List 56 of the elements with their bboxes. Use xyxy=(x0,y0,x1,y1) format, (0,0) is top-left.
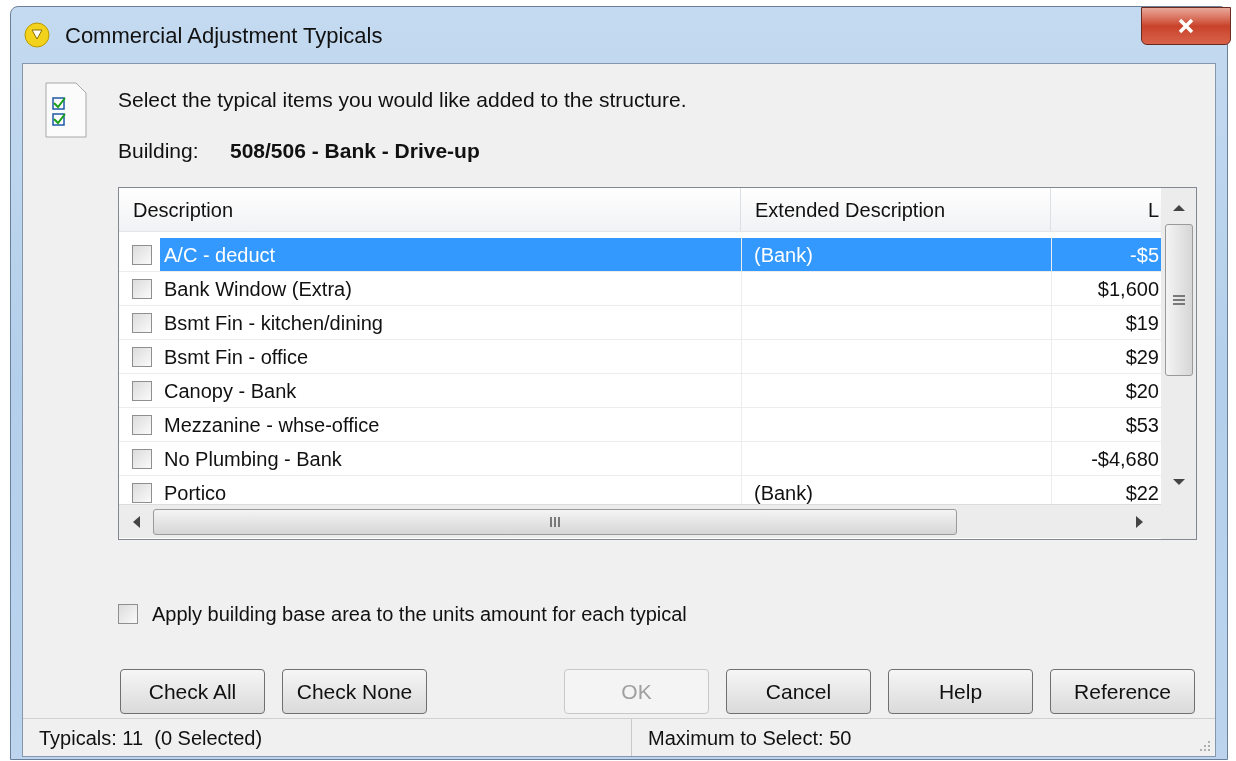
resize-grip-icon[interactable] xyxy=(1199,740,1211,752)
grip-icon xyxy=(1172,294,1185,306)
table-cell-text: (Bank) xyxy=(753,480,814,504)
scroll-left-icon[interactable] xyxy=(133,515,141,528)
row-checkbox[interactable] xyxy=(132,414,152,435)
building-name: 508/506 - Bank - Drive-up xyxy=(230,137,480,164)
app-icon xyxy=(24,22,50,48)
window-title: Commercial Adjustment Typicals xyxy=(65,21,383,50)
dialog-button[interactable]: Cancel xyxy=(726,669,871,714)
dialog-button[interactable]: Reference xyxy=(1050,669,1195,714)
column-header[interactable]: Description xyxy=(119,188,741,231)
close-icon xyxy=(1177,18,1195,34)
checklist-document-icon xyxy=(45,82,87,138)
row-checkbox[interactable] xyxy=(132,448,152,469)
table-cell-text: -$4,680 xyxy=(1090,446,1160,472)
scroll-down-icon[interactable] xyxy=(1172,478,1185,486)
row-checkbox[interactable] xyxy=(132,380,152,401)
table-cell[interactable]: Bank Window (Extra) xyxy=(160,272,741,305)
table-cell[interactable]: Bsmt Fin - kitchen/dining xyxy=(160,306,741,339)
vertical-scrollbar[interactable] xyxy=(1161,188,1196,539)
table-cell-text: -$5 xyxy=(1129,242,1160,268)
table-cell-text: $22 xyxy=(1124,480,1160,504)
table-cell[interactable]: Canopy - Bank xyxy=(160,374,741,407)
close-button[interactable] xyxy=(1141,7,1231,45)
instruction-text: Select the typical items you would like added to the structure. xyxy=(118,87,687,113)
row-checkbox[interactable] xyxy=(132,346,152,367)
table-cell-text: $19 xyxy=(1124,310,1160,336)
horizontal-scrollbar[interactable] xyxy=(119,504,1161,538)
table-cell[interactable]: Portico xyxy=(160,476,741,504)
row-checkbox[interactable] xyxy=(132,244,152,265)
dialog-button[interactable]: Check All xyxy=(120,669,265,714)
option-checkbox[interactable] xyxy=(118,604,138,624)
row-checkbox[interactable] xyxy=(132,312,152,333)
row-checkbox[interactable] xyxy=(132,482,152,503)
row-checkbox[interactable] xyxy=(132,278,152,299)
scroll-up-icon[interactable] xyxy=(1172,204,1185,212)
table-cell-text: $1,600 xyxy=(1096,276,1160,302)
table-cell[interactable]: Bsmt Fin - office xyxy=(160,340,741,373)
status-text: Maximum to Select: 50 xyxy=(647,725,852,751)
table-cell-text: $53 xyxy=(1124,412,1160,438)
option-label[interactable]: Apply building base area to the units amount for each typical xyxy=(152,599,687,629)
scrollbar-thumb[interactable] xyxy=(1164,224,1193,376)
table-cell-text: $29 xyxy=(1124,344,1160,370)
grip-icon xyxy=(549,516,561,527)
dialog-button[interactable]: Help xyxy=(888,669,1033,714)
table-cell[interactable]: Mezzanine - whse-office xyxy=(160,408,741,441)
column-header[interactable]: L xyxy=(1051,188,1161,231)
scroll-right-icon[interactable] xyxy=(1135,515,1143,528)
table-cell[interactable]: No Plumbing - Bank xyxy=(160,442,741,475)
status-text: Typicals: 11 (0 Selected) xyxy=(23,719,632,756)
building-label: Building: xyxy=(118,137,200,164)
table-cell-text: (Bank) xyxy=(753,242,814,268)
dialog-button[interactable]: Check None xyxy=(282,669,427,714)
scrollbar-thumb[interactable] xyxy=(153,508,957,535)
table-cell-text: $20 xyxy=(1124,378,1160,404)
column-header[interactable]: Extended Description xyxy=(741,188,1051,231)
